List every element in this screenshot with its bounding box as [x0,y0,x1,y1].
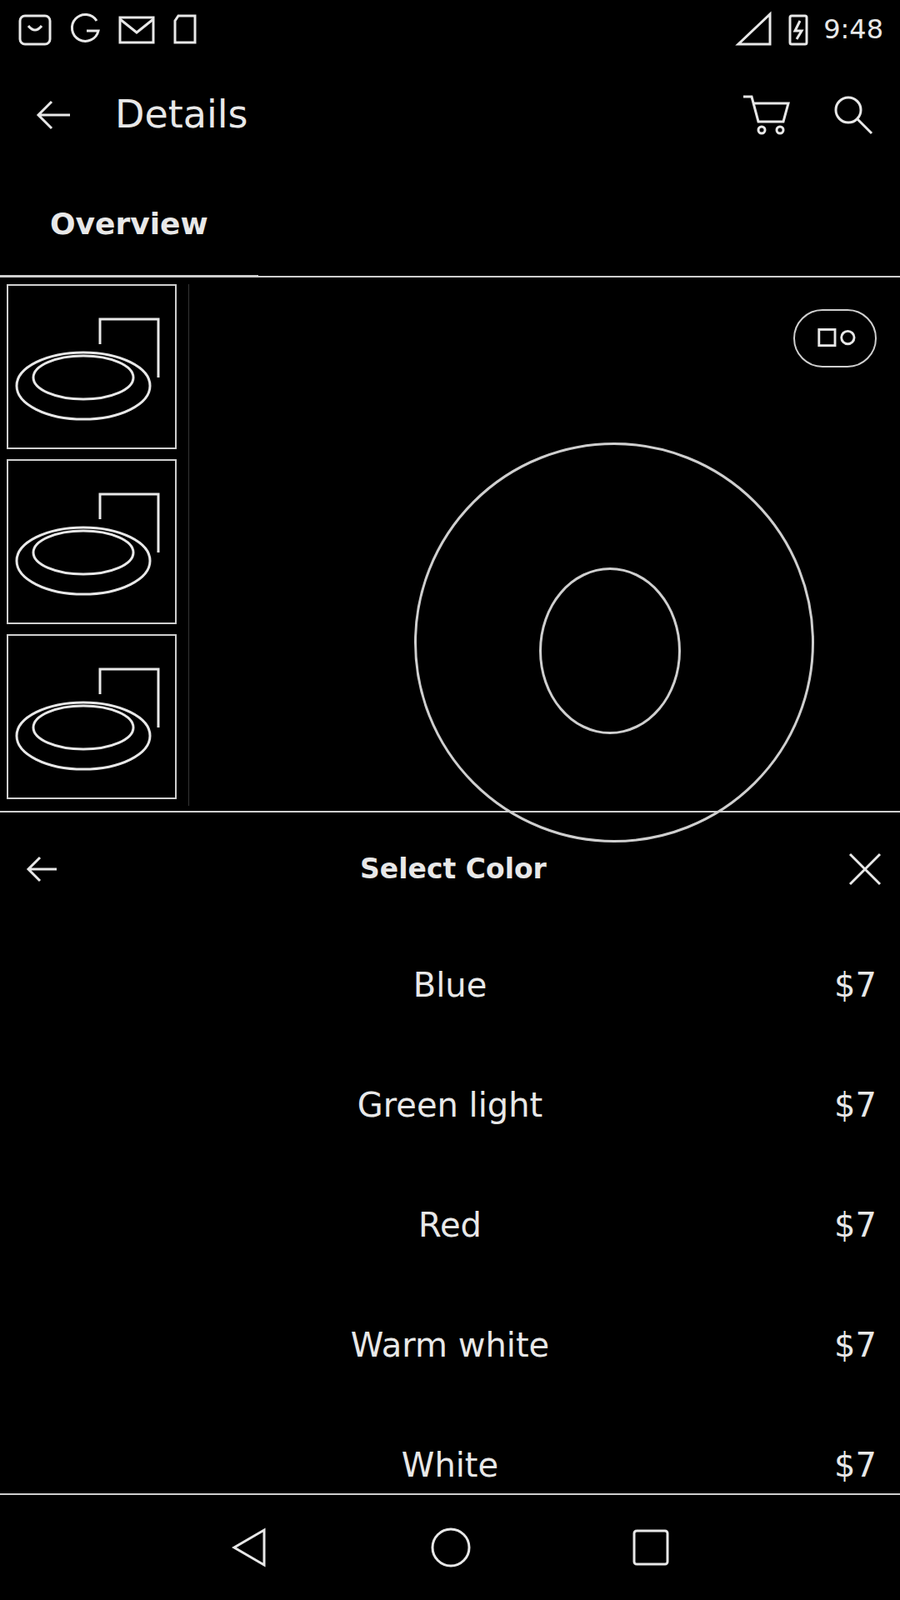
status-bar: 9:48 [0,0,900,59]
color-price: $7 [834,1440,877,1490]
signal-icon [733,10,774,48]
product-photo[interactable] [188,284,894,806]
mail-icon [116,10,157,48]
battery-icon [786,10,810,48]
color-option[interactable]: White $7 [0,1405,900,1494]
color-price: $7 [834,1200,877,1250]
close-icon[interactable] [846,850,884,888]
sd-card-icon [170,10,200,48]
home-circle-icon[interactable] [429,1525,473,1570]
toolbar: Details [0,58,900,171]
color-name: Warm white [350,1320,550,1370]
color-option[interactable]: Warm white $7 [0,1285,900,1405]
color-option[interactable]: Green light $7 [0,1045,900,1165]
navigation-bar [0,1493,900,1600]
page-title: Details [115,85,742,144]
color-name: Red [418,1200,482,1250]
color-name: White [401,1440,499,1490]
back-arrow-icon[interactable] [33,95,74,135]
system-icons: 9:48 [733,9,884,50]
color-option[interactable]: Blue $7 [0,925,900,1045]
search-icon[interactable] [831,93,875,137]
color-name: Green light [357,1080,544,1130]
recents-square-icon[interactable] [630,1527,671,1568]
select-color-sheet: Select ColorBlue$7Green light$7Red$7Warm… [0,812,900,1494]
cart-icon[interactable] [741,91,792,139]
gallery-badge-icon[interactable] [793,309,877,368]
tab-strip: Overview [0,170,900,278]
product-thumbnail[interactable] [6,634,177,800]
bag-icon [16,10,54,48]
color-price: $7 [834,1320,877,1370]
clock: 9:48 [823,9,884,50]
product-thumbnail[interactable] [6,459,177,625]
toolbar-actions [741,91,875,139]
sheet-title: Select Color [360,848,547,890]
google-icon [66,10,104,48]
product-thumbnail[interactable] [6,284,177,450]
overview-tab[interactable]: Overview [0,172,259,278]
product-gallery [0,277,900,813]
sheet-header: Select Color [0,812,900,925]
thumbnail-list [6,284,177,806]
notification-icons [16,10,200,48]
color-price: $7 [834,960,877,1010]
color-price: $7 [834,1080,877,1130]
color-option[interactable]: Red $7 [0,1165,900,1285]
reel-center [539,567,681,735]
back-arrow-icon[interactable] [23,850,60,888]
back-triangle-icon[interactable] [229,1526,271,1569]
light-strip-reel [414,442,815,843]
color-name: Blue [413,960,488,1010]
